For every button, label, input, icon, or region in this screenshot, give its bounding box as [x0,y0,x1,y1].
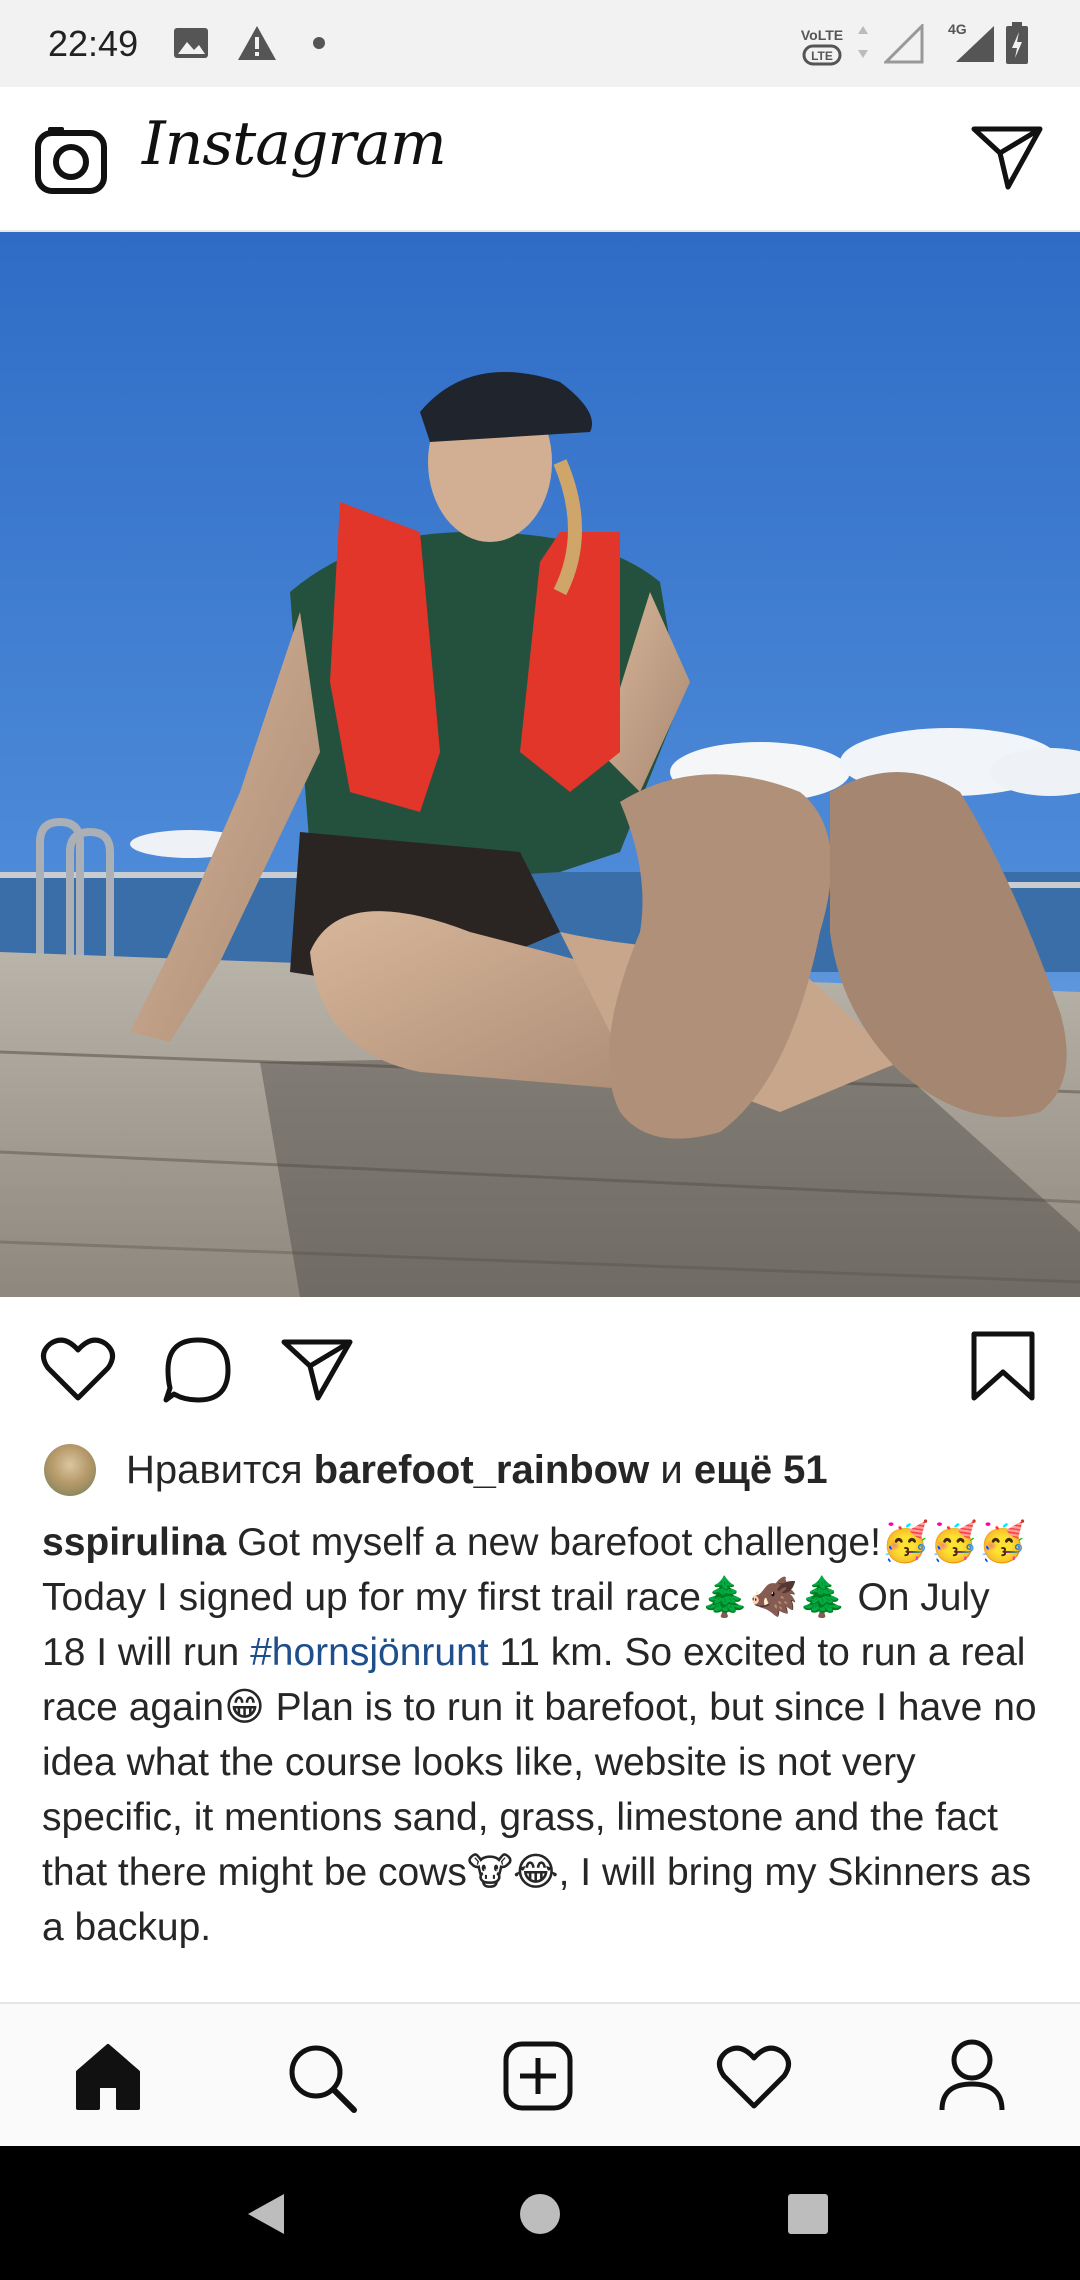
bottom-navigation [0,2002,1080,2148]
likes-text: Нравится barefoot_rainbow и ещё 51 [126,1448,828,1493]
svg-text:4G: 4G [948,21,967,37]
status-time: 22:49 [48,22,139,64]
likes-prefix: Нравится [126,1447,303,1492]
instagram-logo: Instagram [142,109,447,179]
caption-hashtag[interactable]: #hornsjönrunt [250,1631,489,1674]
liker-avatar [44,1444,96,1496]
activity-icon[interactable] [716,2042,792,2110]
new-post-icon[interactable] [502,2040,574,2112]
dot-icon [313,37,325,49]
home-icon[interactable] [72,2042,144,2112]
likes-row[interactable]: Нравится barefoot_rainbow и ещё 51 [44,1440,828,1500]
post-photo[interactable] [0,232,1080,1297]
bookmark-icon[interactable] [970,1330,1036,1402]
post-photo-illustration [0,232,1080,1297]
app-header: Instagram [0,87,1080,232]
system-navigation-bar [0,2146,1080,2280]
direct-message-icon[interactable] [970,123,1044,191]
battery-icon [1006,22,1028,64]
svg-text:VoLTE: VoLTE [801,27,843,43]
svg-text:LTE: LTE [811,49,833,63]
like-icon[interactable] [40,1334,116,1402]
image-icon [174,28,208,58]
recents-icon[interactable] [786,2192,830,2236]
liked-by-user[interactable]: barefoot_rainbow [314,1448,650,1492]
profile-icon[interactable] [936,2038,1008,2114]
share-icon[interactable] [280,1336,354,1402]
post-caption: sspirulina Got myself a new barefoot cha… [42,1515,1042,1955]
back-icon[interactable] [244,2190,288,2238]
caption-text-part2: 11 km. So excited to run a real race aga… [42,1631,1037,1949]
warning-icon [238,26,276,60]
likes-conjunction: и [660,1447,683,1492]
likes-others[interactable]: ещё 51 [694,1448,828,1492]
home-circle-icon[interactable] [518,2192,562,2236]
camera-icon[interactable] [34,123,108,195]
caption-line1: Got myself a new barefoot challenge!🥳🥳🥳 [237,1521,1027,1564]
status-bar: 22:49 VoLTE LTE 4G [0,0,1080,87]
data-arrows-icon [858,26,868,58]
caption-username[interactable]: sspirulina [42,1521,226,1564]
search-icon[interactable] [284,2040,358,2114]
comment-icon[interactable] [162,1334,234,1406]
4g-signal-icon: 4G [948,21,994,62]
signal-icon [884,24,924,64]
volte-icon: VoLTE LTE [801,27,843,66]
